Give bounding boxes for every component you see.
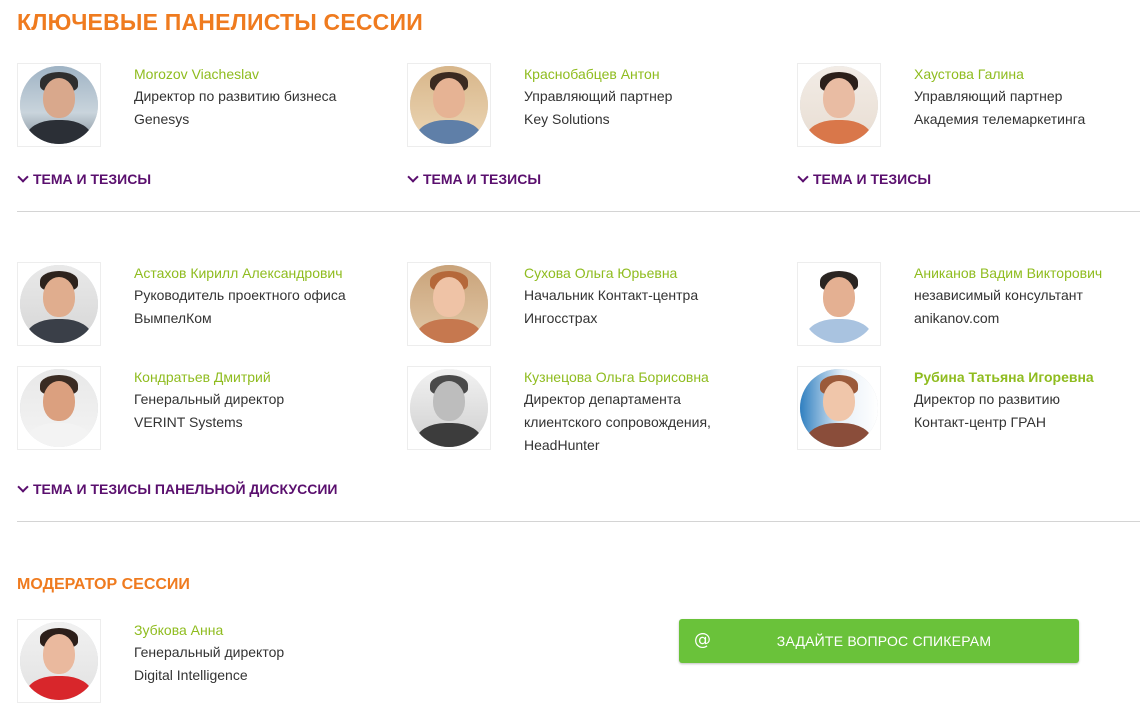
- speaker-photo: [407, 366, 491, 450]
- speaker-name: Рубина Татьяна Игоревна: [914, 369, 1094, 385]
- speaker-card: Morozov Viacheslav Директор по развитию …: [17, 63, 387, 158]
- speaker-company: Контакт-центр ГРАН: [914, 414, 1046, 430]
- chevron-down-icon: [797, 170, 809, 183]
- chevron-down-icon: [407, 170, 419, 183]
- ask-speakers-label: ЗАДАЙТЕ ВОПРОС СПИКЕРАМ: [776, 633, 992, 649]
- speaker-card: Хаустова Галина Управляющий партнер Акад…: [797, 63, 1140, 158]
- speaker-photo: [17, 262, 101, 346]
- speaker-company: Ингосстрах: [524, 310, 598, 326]
- speaker-position: Директор по развитию бизнеса: [134, 88, 337, 104]
- speaker-position: Управляющий партнер: [524, 88, 673, 104]
- speaker-photo: [407, 63, 491, 147]
- divider: [17, 211, 1140, 212]
- speaker-name: Краснобабцев Антон: [524, 66, 660, 82]
- speaker-card: Астахов Кирилл Александрович Руководител…: [17, 262, 387, 357]
- speaker-position: независимый консультант: [914, 287, 1083, 303]
- speaker-company: HeadHunter: [524, 437, 600, 453]
- moderator-company: Digital Intelligence: [134, 667, 248, 683]
- speaker-position: Руководитель проектного офиса: [134, 287, 346, 303]
- speaker-name: Астахов Кирилл Александрович: [134, 265, 343, 281]
- speaker-name: Хаустова Галина: [914, 66, 1024, 82]
- speaker-photo: [17, 366, 101, 450]
- speaker-photo: [797, 63, 881, 147]
- speaker-company: Genesys: [134, 111, 190, 127]
- speaker-name: Morozov Viacheslav: [134, 66, 260, 82]
- speaker-name: Кузнецова Ольга Борисовна: [524, 369, 709, 385]
- panel-theses-toggle[interactable]: ТЕМА И ТЕЗИСЫ ПАНЕЛЬНОЙ ДИСКУССИИ: [17, 480, 338, 497]
- divider: [17, 521, 1140, 522]
- theses-toggle[interactable]: ТЕМА И ТЕЗИСЫ: [17, 170, 152, 187]
- speaker-card: Кузнецова Ольга Борисовна Директор депар…: [407, 366, 777, 461]
- speaker-name: Кондратьев Дмитрий: [134, 369, 271, 385]
- speaker-position: Директор департамента: [524, 391, 681, 407]
- speaker-company: VERINT Systems: [134, 414, 243, 430]
- theses-label: ТЕМА И ТЕЗИСЫ: [813, 171, 932, 187]
- theses-label: ТЕМА И ТЕЗИСЫ ПАНЕЛЬНОЙ ДИСКУССИИ: [33, 481, 338, 497]
- speaker-company: ВымпелКом: [134, 310, 212, 326]
- moderator-position: Генеральный директор: [134, 644, 285, 660]
- moderator-photo: [17, 619, 101, 703]
- speaker-photo: [797, 262, 881, 346]
- theses-label: ТЕМА И ТЕЗИСЫ: [33, 171, 152, 187]
- speaker-position: Генеральный директор: [134, 391, 285, 407]
- speaker-company: anikanov.com: [914, 310, 1000, 326]
- speaker-card: Сухова Ольга Юрьевна Начальник Контакт-ц…: [407, 262, 777, 357]
- chevron-down-icon: [17, 170, 29, 183]
- speaker-name: Сухова Ольга Юрьевна: [524, 265, 678, 281]
- speaker-photo: [797, 366, 881, 450]
- speaker-photo: [407, 262, 491, 346]
- speaker-card: Краснобабцев Антон Управляющий партнер K…: [407, 63, 777, 158]
- theses-toggle[interactable]: ТЕМА И ТЕЗИСЫ: [797, 170, 932, 187]
- speaker-card: Аниканов Вадим Викторович независимый ко…: [797, 262, 1140, 357]
- chevron-down-icon: [17, 480, 29, 493]
- theses-label: ТЕМА И ТЕЗИСЫ: [423, 171, 542, 187]
- theses-toggle[interactable]: ТЕМА И ТЕЗИСЫ: [407, 170, 542, 187]
- speaker-photo: [17, 63, 101, 147]
- speaker-position: Управляющий партнер: [914, 88, 1063, 104]
- moderator-card: Зубкова Анна Генеральный директор Digita…: [17, 619, 387, 714]
- moderator-title: МОДЕРАТОР СЕССИИ: [17, 576, 190, 593]
- speaker-card: Кондратьев Дмитрий Генеральный директор …: [17, 366, 387, 461]
- speaker-company: Академия телемаркетинга: [914, 111, 1086, 127]
- speaker-position: Директор по развитию: [914, 391, 1060, 407]
- speaker-card: Рубина Татьяна Игоревна Директор по разв…: [797, 366, 1140, 461]
- speaker-position: клиентского сопровождения,: [524, 414, 711, 430]
- page-title: КЛЮЧЕВЫЕ ПАНЕЛИСТЫ СЕССИИ: [17, 9, 423, 35]
- speaker-name: Аниканов Вадим Викторович: [914, 265, 1103, 281]
- ask-speakers-button[interactable]: @ ЗАДАЙТЕ ВОПРОС СПИКЕРАМ: [679, 619, 1079, 663]
- speaker-position: Начальник Контакт-центра: [524, 287, 699, 303]
- speaker-company: Key Solutions: [524, 111, 610, 127]
- moderator-name: Зубкова Анна: [134, 622, 224, 638]
